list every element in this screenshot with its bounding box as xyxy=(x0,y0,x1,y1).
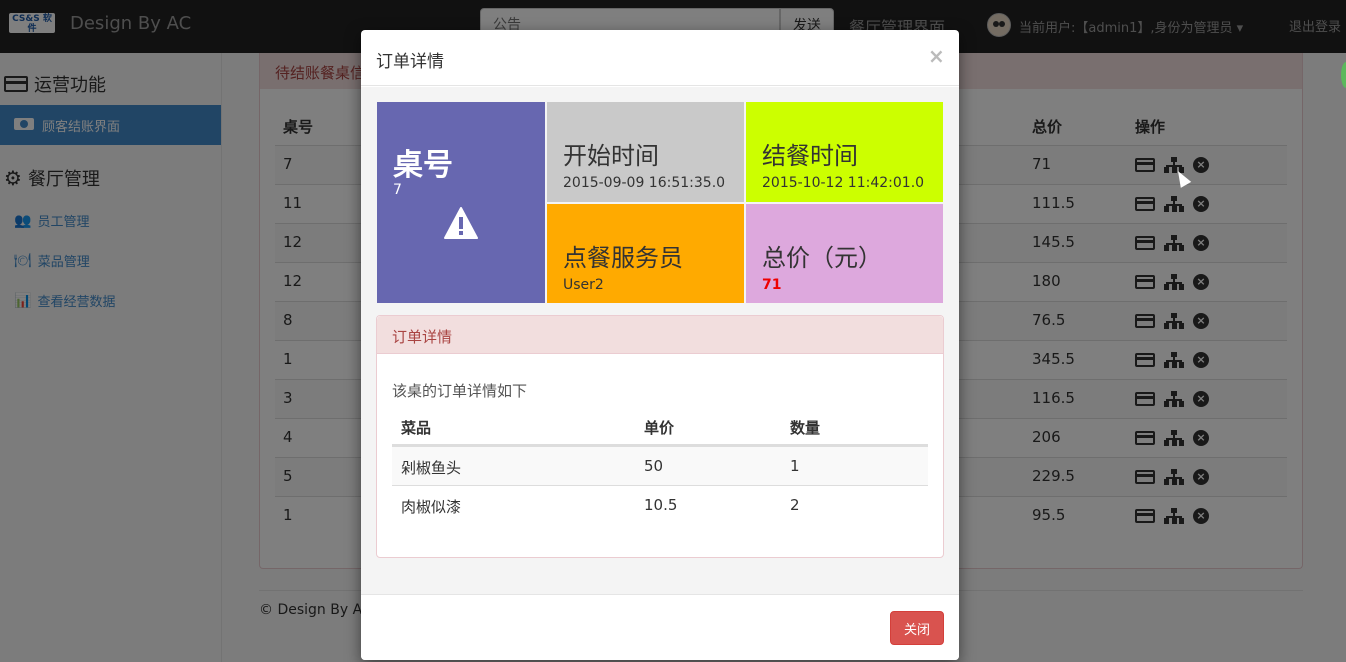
tile-value: 2015-09-09 16:51:35.0 xyxy=(563,175,726,191)
modal-body: 桌号 7 开始时间 2015-09-09 16:51:35.0 结餐时间 201… xyxy=(361,87,959,594)
tile-value: User2 xyxy=(563,277,604,293)
dish-name: 剁椒鱼头 xyxy=(401,459,462,477)
col-header-qty: 数量 xyxy=(790,419,821,437)
order-detail-modal: 订单详情 × 桌号 7 开始时间 2015-09-09 16:51:35.0 结… xyxy=(361,30,959,660)
tile-start-time: 开始时间 2015-09-09 16:51:35.0 xyxy=(547,102,744,202)
tile-value: 71 xyxy=(762,277,782,293)
col-header-dish: 菜品 xyxy=(401,419,432,437)
tile-label: 结餐时间 xyxy=(762,142,858,170)
dish-qty: 2 xyxy=(790,496,800,514)
dish-price: 10.5 xyxy=(644,496,678,514)
tile-value: 2015-10-12 11:42:01.0 xyxy=(762,175,925,191)
dish-name: 肉椒似漆 xyxy=(401,498,462,516)
tile-label: 总价（元） xyxy=(762,244,882,272)
col-header-price: 单价 xyxy=(644,419,675,437)
dish-qty: 1 xyxy=(790,457,800,475)
detail-description: 该桌的订单详情如下 xyxy=(392,382,528,400)
table-row: 剁椒鱼头 50 1 xyxy=(392,446,928,485)
tile-value: 7 xyxy=(393,182,402,198)
modal-title: 订单详情 xyxy=(376,52,444,72)
tile-waiter: 点餐服务员 User2 xyxy=(547,204,744,303)
warning-icon xyxy=(444,207,478,239)
edge-widget[interactable] xyxy=(1341,62,1346,88)
tile-label: 点餐服务员 xyxy=(563,244,683,272)
tile-total-price: 总价（元） 71 xyxy=(746,204,943,303)
tile-label: 桌号 xyxy=(393,148,453,183)
close-icon[interactable]: × xyxy=(928,44,945,68)
modal-header: 订单详情 × xyxy=(361,30,959,86)
close-button[interactable]: 关闭 xyxy=(890,611,944,645)
tile-label: 开始时间 xyxy=(563,142,659,170)
modal-footer: 关闭 xyxy=(361,594,959,660)
dish-price: 50 xyxy=(644,457,664,475)
table-row: 肉椒似漆 10.5 2 xyxy=(392,485,928,524)
detail-heading: 订单详情 xyxy=(377,316,943,354)
tile-table-number: 桌号 7 xyxy=(377,102,545,303)
tile-end-time: 结餐时间 2015-10-12 11:42:01.0 xyxy=(746,102,943,202)
order-detail-panel: 订单详情 该桌的订单详情如下 菜品 单价 数量 剁椒鱼头 50 1 肉椒似漆 1… xyxy=(376,315,944,558)
